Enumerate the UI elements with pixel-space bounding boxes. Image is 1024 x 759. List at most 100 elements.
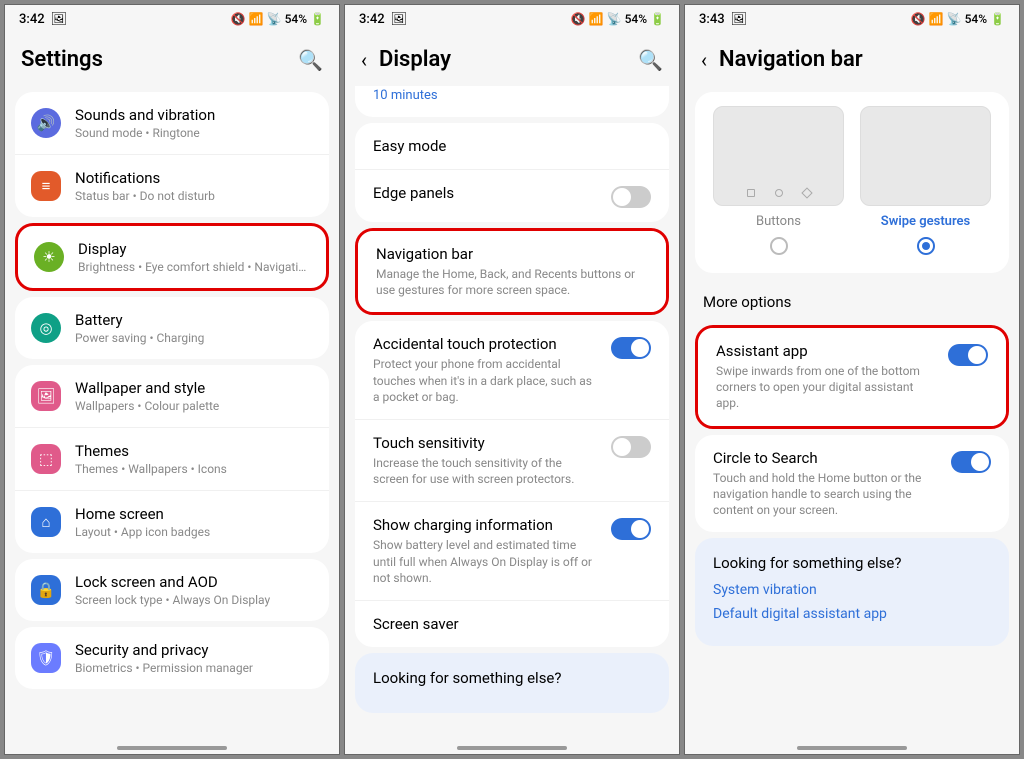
footer-title: Looking for something else?: [373, 669, 651, 687]
display-icon: ☀: [34, 242, 64, 272]
item-title: Battery: [75, 311, 313, 329]
item-sub: Power saving • Charging: [75, 331, 313, 345]
signal-icon: 📡: [947, 12, 962, 26]
looking-for-section: Looking for something else? System vibra…: [695, 538, 1009, 646]
item-sub: Protect your phone from accidental touch…: [373, 356, 597, 405]
footer-link-vibration[interactable]: System vibration: [713, 582, 991, 598]
mute-icon: 🔇: [231, 12, 246, 26]
touch-sensitivity-item[interactable]: Touch sensitivity Increase the touch sen…: [355, 420, 669, 502]
image-icon: 🖼: [391, 12, 408, 27]
edge-panels-item[interactable]: Edge panels: [355, 170, 669, 222]
item-title: Show charging information: [373, 516, 597, 534]
item-title: Screen saver: [373, 615, 651, 633]
settings-item-display[interactable]: ☀ Display Brightness • Eye comfort shiel…: [18, 226, 326, 288]
signal-icon: 📡: [267, 12, 282, 26]
settings-item-home[interactable]: ⌂ Home screen Layout • App icon badges: [15, 491, 329, 553]
signal-icon: 📡: [607, 12, 622, 26]
footer-title: Looking for something else?: [713, 554, 991, 572]
charging-toggle[interactable]: [611, 518, 651, 540]
charging-info-item[interactable]: Show charging information Show battery l…: [355, 502, 669, 601]
footer-link-assistant[interactable]: Default digital assistant app: [713, 606, 991, 622]
battery-icon: ◎: [31, 313, 61, 343]
item-title: Circle to Search: [713, 449, 937, 467]
radio-buttons[interactable]: [770, 237, 788, 255]
item-title: Display: [78, 240, 310, 258]
wifi-icon: 📶: [249, 12, 264, 26]
navbar-settings[interactable]: Buttons Swipe gestures More options Assi…: [685, 86, 1019, 754]
search-icon[interactable]: 🔍: [638, 48, 663, 72]
item-title: Touch sensitivity: [373, 434, 597, 452]
settings-list[interactable]: 🔊 Sounds and vibration Sound mode • Ring…: [5, 86, 339, 754]
shield-icon: 🛡: [31, 643, 61, 673]
item-sub: Wallpapers • Colour palette: [75, 399, 313, 413]
image-icon: 🖼: [51, 12, 68, 27]
phone-screen-3: 3:43 🖼 🔇 📶 📡 54% 🔋 ‹ Navigation bar: [684, 4, 1020, 755]
home-icon: ⌂: [31, 507, 61, 537]
themes-icon: ⬚: [31, 444, 61, 474]
nav-style-options: Buttons Swipe gestures: [695, 92, 1009, 261]
item-title: Lock screen and AOD: [75, 573, 313, 591]
back-icon[interactable]: ‹: [361, 48, 367, 72]
screen-saver-item[interactable]: Screen saver: [355, 601, 669, 647]
accidental-toggle[interactable]: [611, 337, 651, 359]
display-settings-list[interactable]: 10 minutes Easy mode Edge panels Navigat…: [345, 86, 679, 754]
search-icon[interactable]: 🔍: [298, 48, 323, 72]
back-icon[interactable]: ‹: [701, 48, 707, 72]
settings-item-battery[interactable]: ◎ Battery Power saving • Charging: [15, 297, 329, 359]
phone-screen-2: 3:42 🖼 🔇 📶 📡 54% 🔋 ‹ Display 🔍 10 minute…: [344, 4, 680, 755]
item-sub: Themes • Wallpapers • Icons: [75, 462, 313, 476]
clock: 3:42: [359, 12, 385, 27]
item-sub: Show battery level and estimated time un…: [373, 537, 597, 586]
easy-mode-item[interactable]: Easy mode: [355, 123, 669, 170]
clock: 3:42: [19, 12, 45, 27]
navigation-bar-item[interactable]: Navigation bar Manage the Home, Back, an…: [358, 231, 666, 312]
highlighted-section: ☀ Display Brightness • Eye comfort shiel…: [15, 223, 329, 291]
settings-item-security[interactable]: 🛡 Security and privacy Biometrics • Perm…: [15, 627, 329, 689]
item-title: Wallpaper and style: [75, 379, 313, 397]
item-sub: Status bar • Do not disturb: [75, 189, 313, 203]
battery-text: 54%: [965, 12, 987, 26]
item-sub: Layout • App icon badges: [75, 525, 313, 539]
accidental-touch-item[interactable]: Accidental touch protection Protect your…: [355, 321, 669, 420]
clock: 3:43: [699, 12, 725, 27]
nav-option-swipe[interactable]: Swipe gestures: [860, 106, 991, 255]
mute-icon: 🔇: [571, 12, 586, 26]
more-options-header: More options: [685, 279, 1019, 319]
wifi-icon: 📶: [929, 12, 944, 26]
item-title: Edge panels: [373, 184, 597, 202]
option-label: Buttons: [756, 214, 801, 229]
page-title: Display: [379, 47, 626, 72]
settings-item-lockscreen[interactable]: 🔒 Lock screen and AOD Screen lock type •…: [15, 559, 329, 621]
assistant-app-item[interactable]: Assistant app Swipe inwards from one of …: [698, 328, 1006, 426]
battery-icon: 🔋: [650, 12, 665, 26]
sounds-icon: 🔊: [31, 108, 61, 138]
circle-toggle[interactable]: [951, 451, 991, 473]
phone-screen-1: 3:42 🖼 🔇 📶 📡 54% 🔋 Settings 🔍 🔊 Sounds a…: [4, 4, 340, 755]
item-title: Accidental touch protection: [373, 335, 597, 353]
item-title: Security and privacy: [75, 641, 313, 659]
assistant-toggle[interactable]: [948, 344, 988, 366]
circle-search-item[interactable]: Circle to Search Touch and hold the Home…: [695, 435, 1009, 533]
settings-item-themes[interactable]: ⬚ Themes Themes • Wallpapers • Icons: [15, 428, 329, 491]
nav-option-buttons[interactable]: Buttons: [713, 106, 844, 255]
radio-swipe[interactable]: [917, 237, 935, 255]
battery-text: 54%: [285, 12, 307, 26]
battery-text: 54%: [625, 12, 647, 26]
edge-panels-toggle[interactable]: [611, 186, 651, 208]
item-sub: Biometrics • Permission manager: [75, 661, 313, 675]
item-sub: Manage the Home, Back, and Recents butto…: [376, 266, 648, 298]
touch-sens-toggle[interactable]: [611, 436, 651, 458]
wallpaper-icon: 🖼: [31, 381, 61, 411]
wifi-icon: 📶: [589, 12, 604, 26]
item-sub: Screen lock type • Always On Display: [75, 593, 313, 607]
settings-item-notifications[interactable]: ≡ Notifications Status bar • Do not dist…: [15, 155, 329, 217]
settings-item-sounds[interactable]: 🔊 Sounds and vibration Sound mode • Ring…: [15, 92, 329, 155]
status-bar: 3:42 🖼 🔇 📶 📡 54% 🔋: [345, 5, 679, 33]
item-title: Home screen: [75, 505, 313, 523]
header: Settings 🔍: [5, 33, 339, 86]
nav-indicator: [797, 746, 907, 750]
item-sub: Sound mode • Ringtone: [75, 126, 313, 140]
settings-item-wallpaper[interactable]: 🖼 Wallpaper and style Wallpapers • Colou…: [15, 365, 329, 428]
nav-indicator: [117, 746, 227, 750]
battery-icon: 🔋: [990, 12, 1005, 26]
